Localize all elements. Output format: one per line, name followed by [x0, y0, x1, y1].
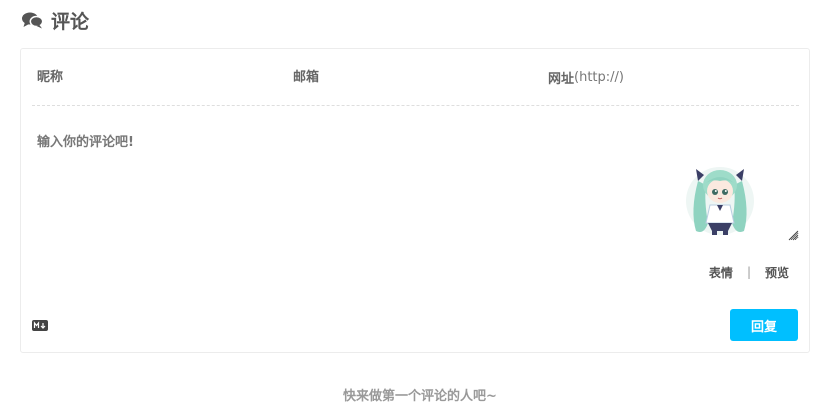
email-input[interactable] — [293, 62, 493, 93]
comment-tools: 表情 | 预览 — [709, 263, 789, 281]
comment-form: 网址(http://) 表情 | 预览 — [20, 48, 810, 353]
website-label: 网址 — [548, 72, 575, 87]
markdown-icon[interactable] — [32, 320, 48, 331]
empty-comments-message: 快来做第一个评论的人吧~ — [343, 389, 497, 404]
resize-handle-icon[interactable] — [787, 229, 799, 241]
reply-button[interactable]: 回复 — [730, 309, 798, 341]
emoji-button[interactable]: 表情 — [709, 264, 733, 281]
preview-button[interactable]: 预览 — [765, 264, 789, 281]
comments-icon — [22, 12, 43, 29]
website-hint: (http://) — [574, 70, 624, 85]
comments-section-title: 评论 — [22, 8, 90, 33]
nickname-field-wrap — [37, 49, 237, 106]
tools-separator: | — [746, 265, 751, 279]
nickname-input[interactable] — [37, 62, 237, 93]
email-field-wrap — [293, 49, 493, 106]
section-title: 评论 — [51, 10, 90, 33]
comment-meta-row: 网址(http://) — [32, 49, 799, 106]
website-input[interactable]: 网址 (http://) — [548, 49, 624, 106]
anime-mascot-avatar — [686, 167, 754, 235]
